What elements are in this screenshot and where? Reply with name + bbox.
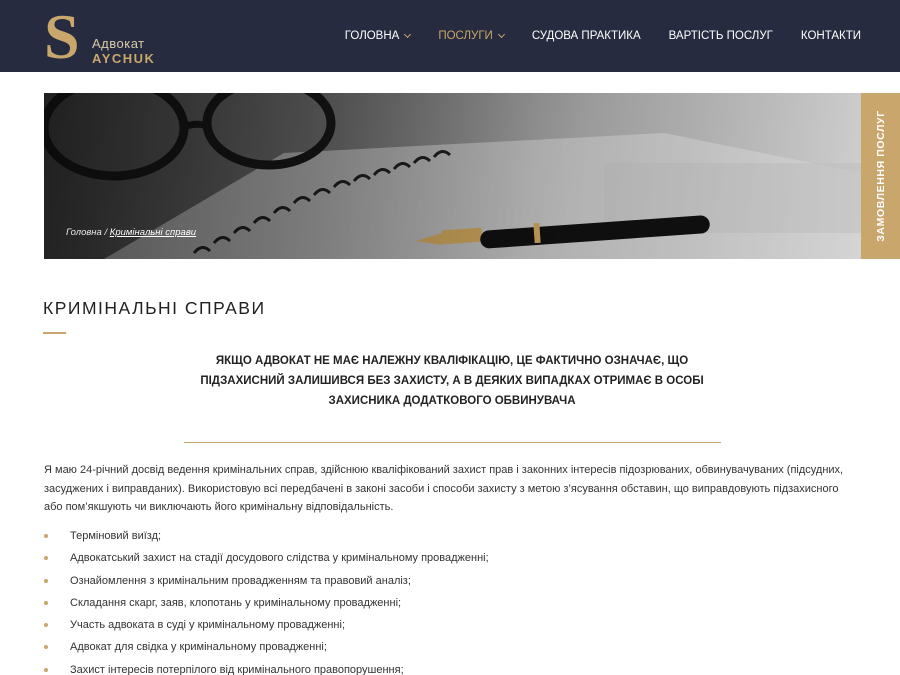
bullet-icon bbox=[44, 623, 48, 628]
order-services-label: ЗАМОВЛЕННЯ ПОСЛУГ bbox=[874, 110, 887, 242]
nav-item-court-practice[interactable]: СУДОВА ПРАКТИКА bbox=[532, 30, 641, 42]
list-item-text: Терміновий виїзд; bbox=[70, 530, 162, 542]
quote-line: ПІДЗАХИСНИЙ ЗАЛИШИВСЯ БЕЗ ЗАХИСТУ, А В Д… bbox=[200, 375, 704, 387]
intro-paragraph: Я маю 24-річний досвід ведення криміналь… bbox=[44, 464, 844, 513]
order-services-button[interactable]: ЗАМОВЛЕННЯ ПОСЛУГ bbox=[861, 93, 900, 259]
nav-item-label: КОНТАКТИ bbox=[800, 30, 861, 42]
breadcrumb-home[interactable]: Головна bbox=[66, 227, 102, 238]
breadcrumb-separator: / bbox=[101, 227, 110, 238]
list-item: Ознайомлення з кримінальним провадженням… bbox=[44, 571, 489, 593]
list-item: Захист інтересів потерпілого від криміна… bbox=[44, 660, 489, 675]
list-item-text: Адвокат для свідка у кримінальному прова… bbox=[70, 641, 327, 654]
nav-item-contacts[interactable]: КОНТАКТИ bbox=[801, 30, 861, 42]
page-title: КРИМІНАЛЬНІ СПРАВИ bbox=[43, 298, 266, 318]
bullet-icon bbox=[44, 534, 48, 538]
section-divider bbox=[184, 442, 721, 443]
bullet-icon bbox=[44, 556, 48, 561]
list-item-text: Ознайомлення з кримінальним провадженням… bbox=[70, 574, 411, 587]
logo-letter: S bbox=[44, 1, 80, 72]
list-item-text: Участь адвоката в суді у кримінальному п… bbox=[70, 619, 345, 632]
main-nav: ГОЛОВНА ПОСЛУГИ СУДОВА ПРАКТИКА ВАРТІСТЬ… bbox=[345, 30, 861, 42]
nav-item-label: ВАРТІСТЬ ПОСЛУГ bbox=[668, 30, 773, 42]
chevron-down-icon bbox=[497, 30, 505, 39]
nav-item-label: ПОСЛУГИ bbox=[438, 30, 493, 42]
list-item-text: Складання скарг, заяв, клопотань у кримі… bbox=[70, 596, 402, 609]
list-item-text: Захист інтересів потерпілого від криміна… bbox=[70, 663, 404, 675]
quote-line: ЗАХИСНИКА ДОДАТКОВОГО ОБВИНУВАЧА bbox=[328, 395, 576, 407]
logo-top-text: Адвокат bbox=[92, 36, 145, 51]
list-item: Складання скарг, заяв, клопотань у кримі… bbox=[44, 593, 489, 615]
services-list: Терміновий виїзд; Адвокатський захист на… bbox=[44, 526, 489, 675]
logo[interactable]: S Адвокат AYCHUK bbox=[44, 5, 164, 69]
breadcrumb: Головна / Кримінальні справи bbox=[66, 227, 196, 238]
logo-bottom-text: AYCHUK bbox=[92, 51, 156, 66]
list-item: Адвокатський захист на стадії досудового… bbox=[44, 548, 489, 570]
list-item: Терміновий виїзд; bbox=[44, 526, 489, 548]
nav-item-services[interactable]: ПОСЛУГИ bbox=[438, 30, 505, 42]
breadcrumb-current[interactable]: Кримінальні справи bbox=[110, 227, 196, 238]
hero-banner: Головна / Кримінальні справи bbox=[44, 93, 861, 259]
highlight-quote: ЯКЩО АДВОКАТ НЕ МАЄ НАЛЕЖНУ КВАЛІФІКАЦІЮ… bbox=[190, 351, 714, 411]
nav-item-home[interactable]: ГОЛОВНА bbox=[344, 30, 412, 42]
chevron-down-icon bbox=[404, 30, 412, 39]
quote-line: ЯКЩО АДВОКАТ НЕ МАЄ НАЛЕЖНУ КВАЛІФІКАЦІЮ… bbox=[215, 355, 689, 367]
list-item-text: Адвокатський захист на стадії досудового… bbox=[70, 552, 489, 565]
bullet-icon bbox=[44, 578, 48, 583]
list-item: Адвокат для свідка у кримінальному прова… bbox=[44, 637, 489, 659]
list-item: Участь адвоката в суді у кримінальному п… bbox=[44, 615, 489, 637]
nav-item-label: СУДОВА ПРАКТИКА bbox=[531, 30, 641, 42]
nav-item-pricing[interactable]: ВАРТІСТЬ ПОСЛУГ bbox=[669, 30, 773, 42]
nav-item-label: ГОЛОВНА bbox=[344, 30, 400, 42]
title-underline bbox=[43, 332, 66, 334]
bullet-icon bbox=[44, 667, 48, 672]
bullet-icon bbox=[44, 645, 48, 650]
bullet-icon bbox=[44, 600, 48, 605]
site-header: S Адвокат AYCHUK ГОЛОВНА ПОСЛУГИ СУДОВА … bbox=[0, 0, 900, 72]
